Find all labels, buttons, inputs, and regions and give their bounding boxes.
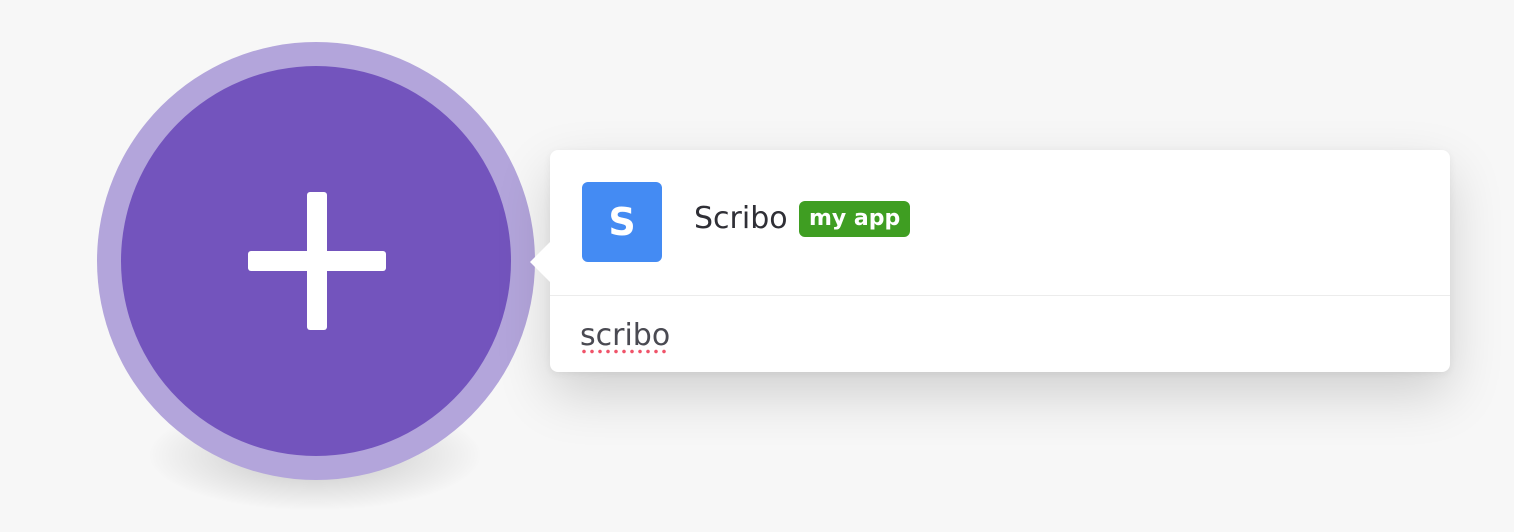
plus-icon-stem: [307, 192, 327, 330]
spellcheck-underline: [580, 349, 668, 354]
app-search-popover: S Scribo my app: [530, 150, 1450, 372]
search-result-item[interactable]: S Scribo my app: [550, 150, 1450, 295]
my-app-badge: my app: [799, 201, 911, 237]
popover-arrow: [530, 242, 550, 282]
add-module-button[interactable]: [97, 42, 535, 480]
search-input[interactable]: [580, 314, 1420, 356]
divider: [550, 295, 1450, 296]
app-name: Scribo: [694, 201, 788, 236]
add-module-inner: [121, 66, 511, 456]
scribo-app-icon: S: [582, 182, 662, 262]
